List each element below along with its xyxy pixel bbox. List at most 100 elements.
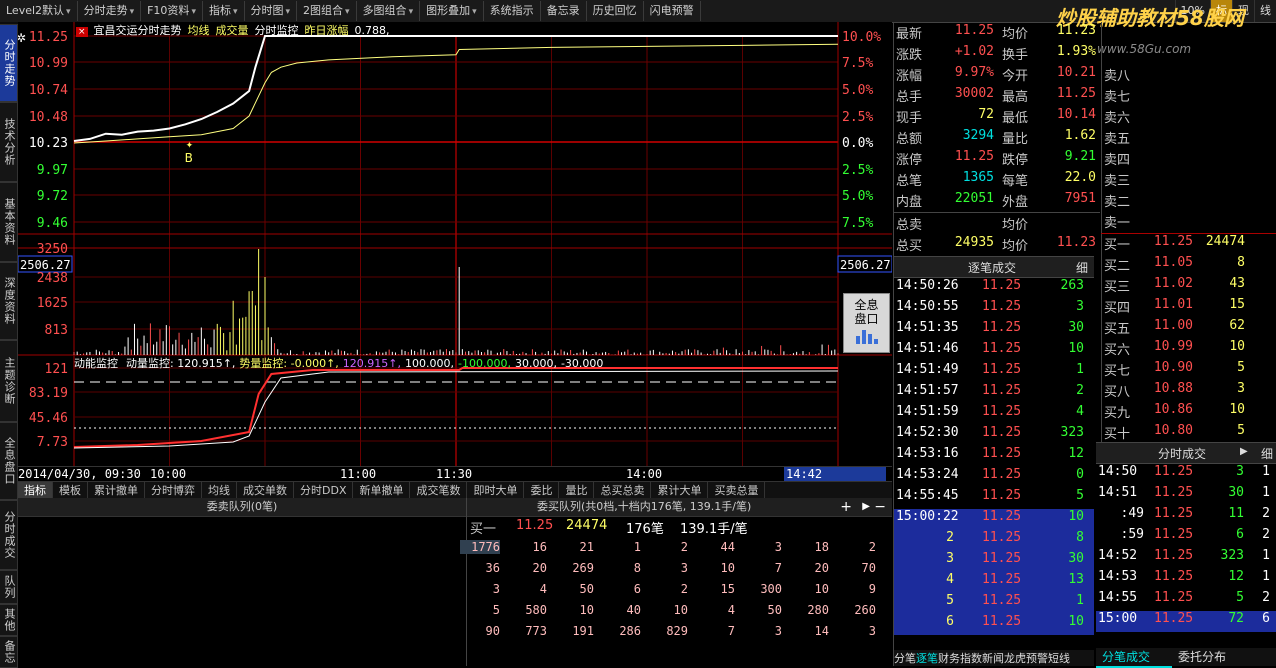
tick-detail-button[interactable]: 细	[1076, 259, 1088, 276]
toolbar-item-4[interactable]: 分时图 ▾	[245, 1, 298, 21]
toolbar-item-label: 历史回忆	[592, 4, 637, 17]
left-tab-3[interactable]: 深度资料	[0, 262, 18, 340]
queue-cell: 15	[720, 582, 735, 596]
sub-item-6: -30.000	[560, 357, 604, 370]
quote-value: 7951	[1064, 191, 1096, 206]
toolbar-item-9[interactable]: 备忘录	[541, 1, 587, 21]
tick-footer-tab-3[interactable]: 指数	[960, 652, 982, 665]
toolbar-item-2[interactable]: F10资料 ▾	[141, 1, 203, 21]
indicator-tab-0[interactable]: 指标	[18, 482, 53, 499]
buy-level-volume: 43	[1229, 276, 1245, 291]
buy-level-price: 11.02	[1153, 276, 1193, 291]
indicator-tab-7[interactable]: 新单撤单	[353, 482, 411, 499]
minus-icon[interactable]: −	[874, 498, 886, 516]
quote-label: 外盘	[1002, 195, 1029, 210]
view-toggle-3[interactable]: 线	[1254, 0, 1276, 22]
left-tab-7[interactable]: 队列	[0, 570, 18, 604]
left-tab-0[interactable]: 分时走势	[0, 24, 18, 102]
indicator-tab-13[interactable]: 累计大单	[651, 482, 709, 499]
price-tick: 9.46	[37, 216, 68, 231]
indicator-tab-11[interactable]: 量比	[559, 482, 595, 499]
minute-volume: 6	[1236, 527, 1244, 542]
minute-footer-tab-1[interactable]: 委托分布	[1172, 648, 1248, 666]
tick-price: 11.25	[982, 572, 1022, 587]
indicator-tab-5[interactable]: 成交单数	[237, 482, 294, 499]
tick-time: 14:51:59	[896, 404, 959, 419]
plus-icon[interactable]: +	[840, 498, 852, 516]
tick-footer-tab-4[interactable]: 新闻	[982, 652, 1004, 665]
chevron-right-icon[interactable]: ▶	[862, 498, 870, 516]
queue-cell: 36	[485, 561, 500, 575]
indicator-tab-1[interactable]: 模板	[53, 482, 88, 499]
left-tab-4[interactable]: 主题诊断	[0, 340, 18, 422]
tick-time: 3	[946, 551, 954, 566]
toolbar-item-5[interactable]: 2图组合 ▾	[297, 1, 357, 21]
toolbar-item-11[interactable]: 闪电预警	[644, 1, 701, 21]
left-tab-9[interactable]: 备忘	[0, 636, 18, 668]
buy-summary-2: 24474	[566, 518, 608, 533]
minute-time: :59	[1120, 527, 1144, 542]
toolbar-item-1[interactable]: 分时走势 ▾	[78, 1, 142, 21]
quanxi-button[interactable]: 全息盘口	[843, 293, 890, 353]
close-icon[interactable]: ×	[76, 27, 88, 37]
play-icon[interactable]: ▶	[1240, 446, 1248, 457]
indicator-tab-8[interactable]: 成交笔数	[410, 482, 468, 499]
buy-level-volume: 10	[1229, 339, 1245, 354]
queue-cell: 14	[814, 624, 829, 638]
queue-cell: 21	[579, 540, 594, 554]
pct-tick: 2.5%	[842, 110, 873, 125]
quote-label: 涨停	[896, 153, 923, 168]
minute-row: 14:52 11.25 323 1	[1096, 548, 1276, 569]
indicator-tab-14[interactable]: 买卖总量	[708, 482, 766, 499]
left-tab-1[interactable]: 技术分析	[0, 102, 18, 182]
tick-volume: 323	[1060, 425, 1084, 440]
chart-legend-3[interactable]: 昨日涨幅	[305, 24, 349, 37]
volume-tick: 2438	[37, 271, 68, 286]
tick-footer-tab-7[interactable]: 短线	[1048, 652, 1070, 665]
tick-volume: 10	[1068, 341, 1084, 356]
minute-count: 1	[1262, 485, 1270, 500]
minute-footer-tab-0[interactable]: 分笔成交	[1096, 648, 1172, 668]
indicator-tab-4[interactable]: 均线	[202, 482, 237, 499]
toolbar-item-6[interactable]: 多图组合 ▾	[357, 1, 421, 21]
left-tab-6[interactable]: 分时成交	[0, 500, 18, 570]
toolbar-item-label: 系统指示	[489, 4, 534, 17]
buy-level-volume: 15	[1229, 297, 1245, 312]
chart-legend-2[interactable]: 分时监控	[255, 24, 299, 37]
indicator-tab-3[interactable]: 分时博弈	[145, 482, 202, 499]
minute-detail-button[interactable]: 细	[1261, 445, 1273, 462]
tick-time: 15:00:22	[896, 509, 959, 524]
indicator-tab-2[interactable]: 累计撤单	[88, 482, 145, 499]
indicator-tab-10[interactable]: 委比	[524, 482, 560, 499]
settings-icon[interactable]: ✲	[18, 31, 26, 45]
tick-footer-tab-6[interactable]: 预警	[1026, 652, 1048, 665]
tick-footer-tab-1[interactable]: 逐笔	[916, 652, 938, 665]
tick-footer-tab-2[interactable]: 财务	[938, 652, 960, 665]
toolbar-item-8[interactable]: 系统指示	[484, 1, 541, 21]
chart-legend-1[interactable]: 成交量	[216, 24, 249, 37]
buy-level-volume: 8	[1237, 255, 1245, 270]
toolbar-item-3[interactable]: 指标 ▾	[203, 1, 245, 21]
quote-label: 跌停	[1002, 153, 1029, 168]
tick-time: 4	[946, 572, 954, 587]
tick-price: 11.25	[982, 383, 1022, 398]
indicator-tab-6[interactable]: 分时DDX	[294, 482, 354, 499]
sub-tick: 121	[45, 362, 68, 377]
tick-footer-tab-0[interactable]: 分笔	[894, 652, 916, 665]
buy-level: 买七 10.90 5	[1101, 360, 1276, 381]
left-tab-8[interactable]: 其他	[0, 604, 18, 636]
buy-level-price: 10.80	[1153, 423, 1193, 438]
tick-time: 14:52:30	[896, 425, 959, 440]
toolbar-item-10[interactable]: 历史回忆	[587, 1, 644, 21]
queue-cell: 1776	[460, 540, 500, 554]
indicator-tab-12[interactable]: 总买总卖	[594, 482, 652, 499]
toolbar-item-7[interactable]: 图形叠加 ▾	[420, 1, 484, 21]
buy-level-label: 买十	[1104, 427, 1131, 442]
tick-footer-tab-5[interactable]: 龙虎	[1004, 652, 1026, 665]
left-tab-2[interactable]: 基本资料	[0, 182, 18, 262]
left-tab-5[interactable]: 全息盘口	[0, 422, 18, 500]
toolbar-item-0[interactable]: Level2默认 ▾	[0, 1, 78, 21]
chart-legend-0[interactable]: 均线	[188, 24, 210, 37]
indicator-tab-9[interactable]: 即时大单	[467, 482, 525, 499]
sell-level: 卖五	[1104, 132, 1131, 147]
